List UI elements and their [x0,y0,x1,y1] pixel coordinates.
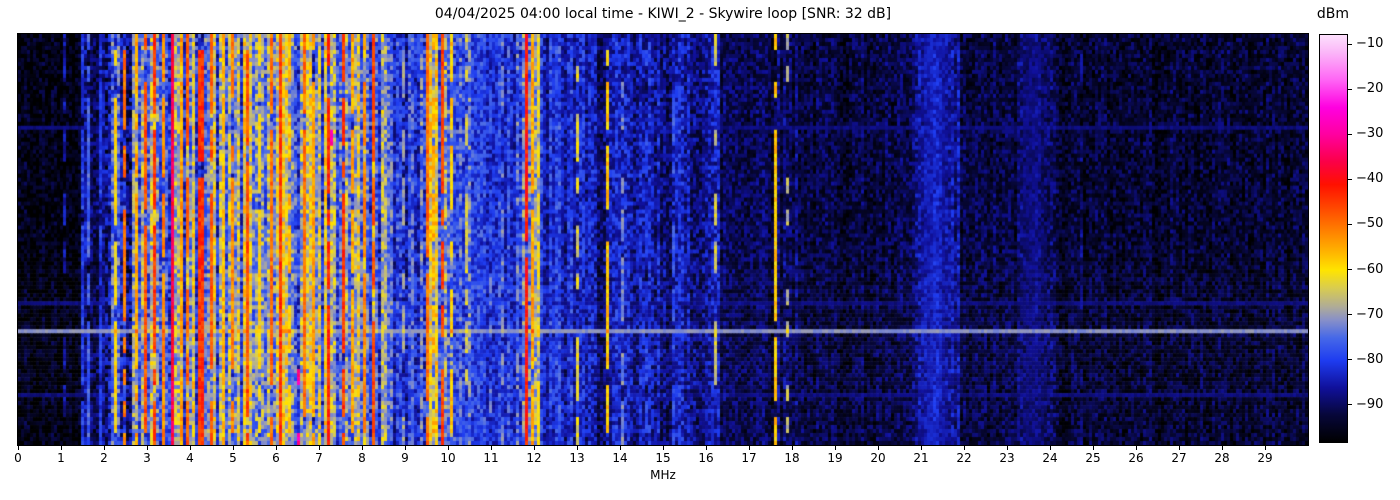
x-tick-label: 3 [143,451,151,465]
x-tick-mark [490,446,492,450]
x-tick-mark [447,446,449,450]
colorbar-tick-label: −60 [1356,261,1384,277]
x-axis-label: MHz [650,468,676,482]
colorbar-tick-label: −10 [1356,36,1384,52]
x-tick-label: 2 [100,451,108,465]
waterfall-canvas [18,34,1308,445]
x-tick-label: 22 [956,451,972,465]
x-tick-label: 24 [1042,451,1058,465]
colorbar-tick-mark [1348,43,1352,45]
x-tick-mark [705,446,707,450]
colorbar-tick-label: −40 [1356,171,1384,187]
x-tick-label: 21 [913,451,929,465]
colorbar-tick-mark [1348,223,1352,225]
x-tick-mark [1135,446,1137,450]
x-tick-mark [1049,446,1051,450]
x-tick-mark [834,446,836,450]
x-tick-label: 16 [698,451,714,465]
colorbar-tick-label: −80 [1356,351,1384,367]
x-tick-mark [1178,446,1180,450]
colorbar-tick-label: −90 [1356,396,1384,412]
x-tick-mark [1006,446,1008,450]
x-tick-label: 17 [741,451,757,465]
x-tick-label: 5 [229,451,237,465]
colorbar-gradient [1320,35,1347,442]
x-tick-mark [1092,446,1094,450]
colorbar-tick-mark [1348,88,1352,90]
x-tick-label: 1 [57,451,65,465]
x-tick-label: 4 [186,451,194,465]
x-tick-label: 12 [526,451,542,465]
colorbar-tick-mark [1348,404,1352,406]
x-tick-mark [60,446,62,450]
colorbar [1319,34,1348,443]
x-tick-mark [963,446,965,450]
colorbar-tick-label: −50 [1356,216,1384,232]
spectrogram-figure: 04/04/2025 04:00 local time - KIWI_2 - S… [0,0,1400,500]
x-tick-label: 19 [827,451,843,465]
x-tick-mark [576,446,578,450]
x-tick-label: 27 [1171,451,1187,465]
x-tick-mark [533,446,535,450]
x-tick-label: 8 [358,451,366,465]
colorbar-tick-label: −70 [1356,306,1384,322]
colorbar-tick-mark [1348,269,1352,271]
x-tick-mark [791,446,793,450]
x-tick-label: 23 [999,451,1015,465]
x-tick-mark [748,446,750,450]
x-tick-label: 15 [655,451,671,465]
colorbar-tick-label: −30 [1356,126,1384,142]
x-tick-label: 0 [14,451,22,465]
x-tick-mark [189,446,191,450]
x-tick-mark [404,446,406,450]
x-tick-mark [662,446,664,450]
x-tick-mark [361,446,363,450]
x-tick-mark [17,446,19,450]
x-tick-label: 13 [569,451,585,465]
x-tick-label: 14 [612,451,628,465]
colorbar-tick-mark [1348,314,1352,316]
x-tick-mark [920,446,922,450]
x-tick-label: 11 [483,451,499,465]
colorbar-tick-mark [1348,359,1352,361]
x-tick-mark [1264,446,1266,450]
colorbar-unit-label: dBm [1316,6,1350,22]
x-tick-mark [146,446,148,450]
x-tick-mark [1221,446,1223,450]
x-tick-label: 10 [440,451,456,465]
x-tick-mark [275,446,277,450]
x-tick-label: 26 [1128,451,1144,465]
x-tick-mark [103,446,105,450]
x-tick-mark [619,446,621,450]
x-tick-label: 7 [315,451,323,465]
x-tick-mark [318,446,320,450]
waterfall-plot-frame [17,33,1309,446]
x-tick-label: 20 [870,451,886,465]
colorbar-tick-mark [1348,133,1352,135]
x-tick-label: 25 [1085,451,1101,465]
x-tick-label: 29 [1257,451,1273,465]
x-tick-mark [232,446,234,450]
colorbar-tick-label: −20 [1356,81,1384,97]
colorbar-tick-mark [1348,178,1352,180]
x-tick-label: 6 [272,451,280,465]
chart-title: 04/04/2025 04:00 local time - KIWI_2 - S… [434,6,892,22]
x-tick-mark [877,446,879,450]
x-tick-label: 9 [401,451,409,465]
x-tick-label: 18 [784,451,800,465]
x-tick-label: 28 [1214,451,1230,465]
